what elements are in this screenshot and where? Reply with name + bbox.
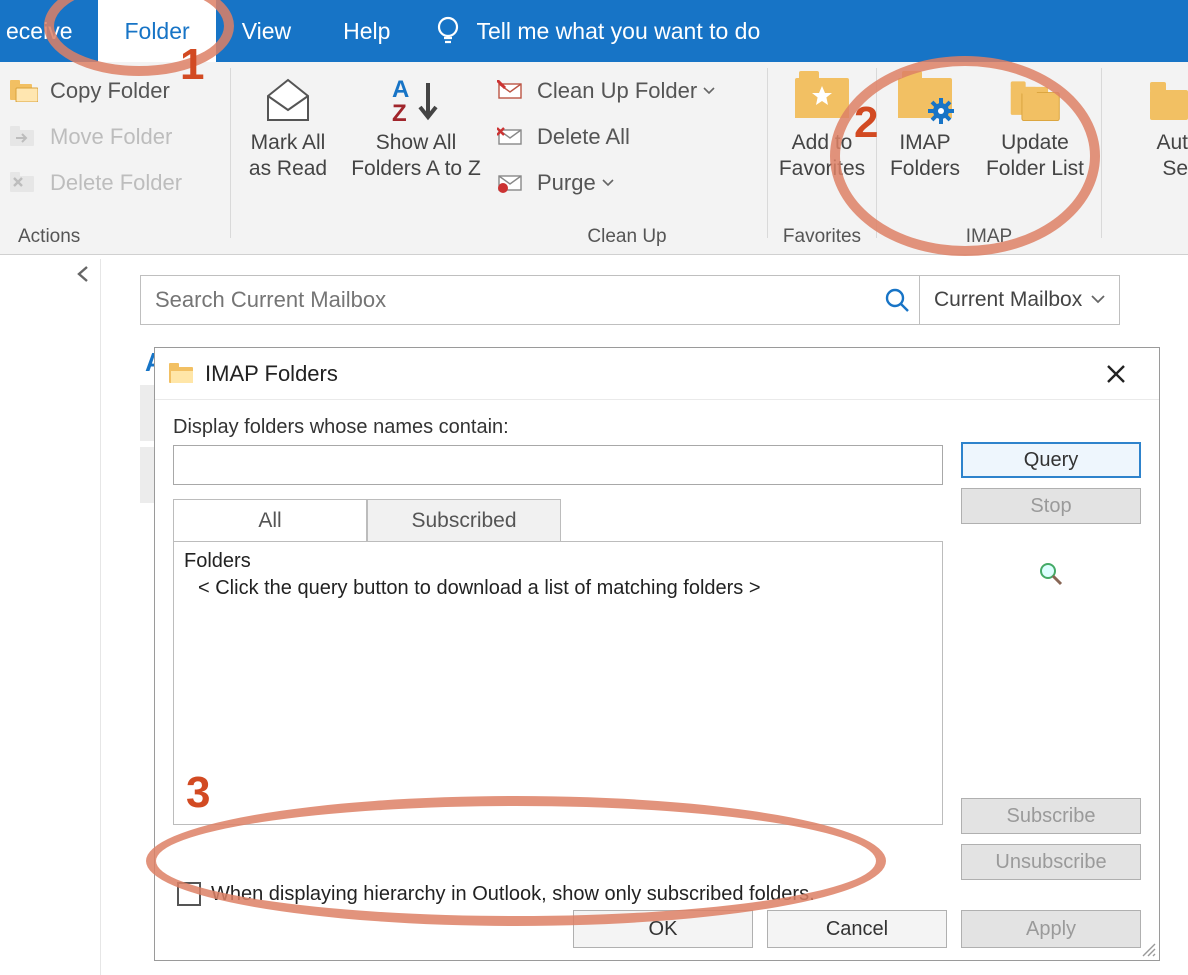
search-row: Current Mailbox — [140, 275, 1120, 325]
move-folder-button[interactable]: Move Folder — [0, 114, 230, 160]
folder-icon — [169, 363, 195, 385]
group-cleanup-label: Clean Up — [487, 226, 767, 248]
folders-placeholder: < Click the query button to download a l… — [184, 577, 932, 600]
group-actions: Copy Folder Move Folder Delete Folder Ac… — [0, 62, 230, 254]
clean-up-label: Clean Up Folder — [537, 78, 697, 104]
group-imap-label: IMAP — [877, 226, 1101, 248]
group-partial-right: Aut Se — [1102, 62, 1188, 254]
show-all-label: Show All Folders A to Z — [351, 130, 481, 183]
subscribed-only-label: When displaying hierarchy in Outlook, sh… — [211, 883, 815, 906]
ok-button[interactable]: OK — [573, 910, 753, 948]
scope-label: Current Mailbox — [934, 288, 1082, 312]
folder-delete-icon — [8, 169, 40, 197]
tell-me-bulb[interactable] — [416, 0, 476, 62]
folder-icon — [8, 77, 40, 105]
dialog-right-column: Query Stop Subscribe Unsubscribe — [961, 442, 1141, 880]
filter-input[interactable] — [173, 445, 943, 485]
auto-button-partial[interactable]: Aut Se — [1102, 68, 1188, 183]
copy-folder-button[interactable]: Copy Folder — [0, 68, 230, 114]
copy-folder-label: Copy Folder — [50, 78, 170, 104]
ribbon: Copy Folder Move Folder Delete Folder Ac… — [0, 62, 1188, 255]
dialog-buttons: OK Cancel Apply — [573, 910, 1141, 948]
group-favorites: Add to Favorites Favorites — [768, 62, 876, 254]
folders-stack-icon — [1007, 74, 1063, 126]
dropdown-caret-icon — [602, 179, 614, 187]
folder-arrow-icon — [8, 123, 40, 151]
subscribed-only-row: When displaying hierarchy in Outlook, sh… — [177, 882, 815, 906]
group-mark-all: Mark All as Read — [231, 62, 345, 254]
delete-folder-button[interactable]: Delete Folder — [0, 160, 230, 206]
update-folder-label: Update Folder List — [986, 130, 1084, 183]
dropdown-caret-icon — [703, 87, 715, 95]
chevron-down-icon — [1091, 295, 1105, 305]
magnifier-icon — [1037, 560, 1065, 588]
delete-all-label: Delete All — [537, 124, 630, 150]
dialog-title: IMAP Folders — [205, 361, 338, 387]
dialog-titlebar: IMAP Folders — [155, 348, 1159, 400]
folder-gear-icon — [897, 74, 953, 126]
mark-all-as-read-button[interactable]: Mark All as Read — [231, 68, 345, 183]
group-favorites-label: Favorites — [768, 226, 876, 248]
sort-az-icon: A Z — [388, 74, 444, 126]
delete-folder-label: Delete Folder — [50, 170, 182, 196]
tab-subscribed[interactable]: Subscribed — [367, 499, 561, 541]
envelope-purge-icon — [495, 169, 527, 197]
envelope-broom-icon — [495, 77, 527, 105]
stop-button[interactable]: Stop — [961, 488, 1141, 524]
purge-label: Purge — [537, 170, 596, 196]
tab-folder[interactable]: Folder — [98, 0, 215, 62]
dialog-body: Display folders whose names contain: Que… — [155, 400, 1159, 960]
close-button[interactable] — [1105, 363, 1145, 385]
add-favorites-label: Add to Favorites — [779, 130, 865, 183]
collapse-nav-icon[interactable] — [75, 265, 91, 283]
query-button[interactable]: Query — [961, 442, 1141, 478]
group-cleanup: Clean Up Folder Delete All Purge — [487, 62, 767, 254]
move-folder-label: Move Folder — [50, 124, 172, 150]
tab-help[interactable]: Help — [317, 0, 416, 62]
group-actions-label: Actions — [0, 226, 230, 248]
tell-me-search[interactable]: Tell me what you want to do — [476, 0, 786, 62]
purge-button[interactable]: Purge — [487, 160, 767, 206]
apply-button[interactable]: Apply — [961, 910, 1141, 948]
search-icon[interactable] — [875, 286, 919, 314]
group-imap: IMAP Folders Update Folder List IMAP — [877, 62, 1101, 254]
folder-icon — [1148, 74, 1188, 126]
delete-all-button[interactable]: Delete All — [487, 114, 767, 160]
mark-all-label: Mark All as Read — [249, 130, 327, 183]
envelope-delete-icon — [495, 123, 527, 151]
tab-all[interactable]: All — [173, 499, 367, 541]
folders-listbox[interactable]: Folders < Click the query button to down… — [173, 541, 943, 825]
envelope-open-icon — [260, 74, 316, 126]
subscribe-button[interactable]: Subscribe — [961, 798, 1141, 834]
resize-grip[interactable] — [1139, 940, 1157, 958]
search-box — [140, 275, 920, 325]
clean-up-folder-button[interactable]: Clean Up Folder — [487, 68, 767, 114]
show-all-folders-button[interactable]: A Z Show All Folders A to Z — [345, 68, 487, 183]
tab-view[interactable]: View — [216, 0, 317, 62]
vertical-separator — [100, 259, 101, 975]
imap-folders-dialog: IMAP Folders Display folders whose names… — [154, 347, 1160, 961]
search-input[interactable] — [141, 276, 875, 324]
auto-label-partial: Aut — [1156, 130, 1188, 156]
filter-label: Display folders whose names contain: — [173, 416, 1141, 439]
add-to-favorites-button[interactable]: Add to Favorites — [768, 68, 876, 183]
unsubscribe-button[interactable]: Unsubscribe — [961, 844, 1141, 880]
folder-star-icon — [794, 74, 850, 126]
group-show-all: A Z Show All Folders A to Z — [345, 62, 487, 254]
ribbon-tabbar: eceive Folder View Help Tell me what you… — [0, 0, 1188, 62]
folders-header: Folders — [184, 550, 932, 573]
svg-text:Z: Z — [392, 100, 407, 125]
search-scope-dropdown[interactable]: Current Mailbox — [920, 275, 1120, 325]
subscribed-only-checkbox[interactable] — [177, 882, 201, 906]
imap-folders-label: IMAP Folders — [890, 130, 960, 183]
tab-send-receive-partial[interactable]: eceive — [0, 0, 98, 62]
se-label-partial: Se — [1162, 156, 1188, 182]
svg-text:A: A — [392, 76, 409, 103]
cancel-button[interactable]: Cancel — [767, 910, 947, 948]
